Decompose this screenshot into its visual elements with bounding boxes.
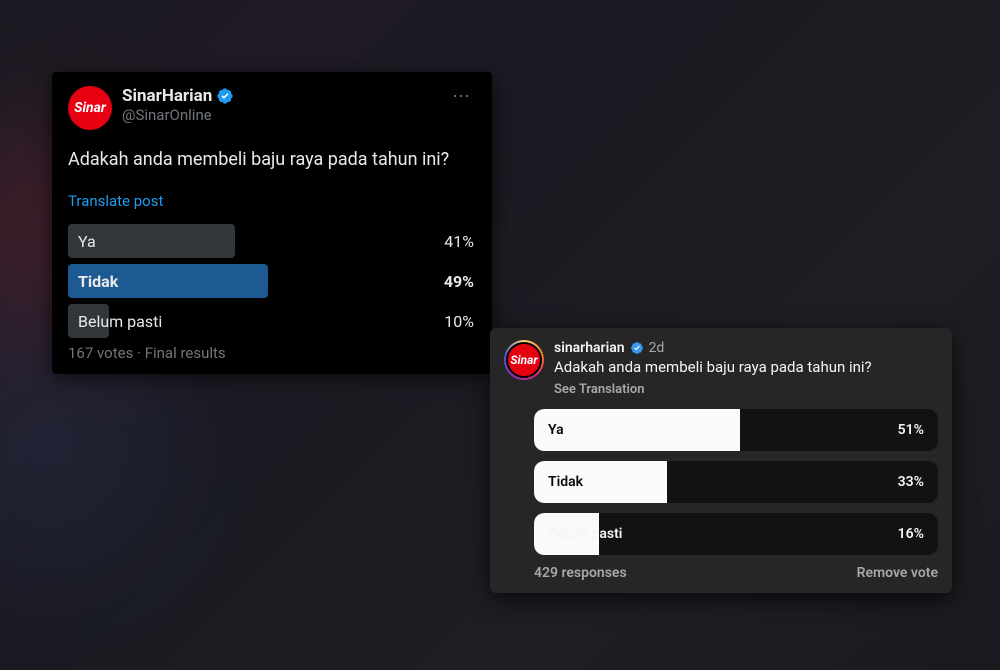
- ig-poll-pct: 33%: [898, 474, 938, 490]
- ig-response-count: 429 responses: [534, 565, 627, 581]
- see-translation-link[interactable]: See Translation: [554, 382, 938, 397]
- translate-post-link[interactable]: Translate post: [68, 192, 476, 210]
- x-poll-label: Tidak: [68, 272, 118, 291]
- ig-poll-label: Belum pasti: [534, 526, 622, 542]
- x-poll-pct: 41%: [444, 232, 476, 251]
- ig-poll-bar: [534, 409, 740, 451]
- x-poll-status: Final results: [145, 344, 226, 362]
- x-poll-label: Belum pasti: [68, 312, 162, 331]
- ig-poll-pct: 51%: [898, 422, 938, 438]
- verified-badge-icon: [216, 87, 234, 105]
- x-poll-pct: 49%: [444, 272, 476, 291]
- x-handle[interactable]: @SinarOnline: [122, 106, 448, 124]
- x-header: Sinar SinarHarian @SinarOnline ⋯: [68, 86, 476, 130]
- x-avatar[interactable]: Sinar: [68, 86, 112, 130]
- x-identity: SinarHarian @SinarOnline: [122, 86, 448, 124]
- ig-username[interactable]: sinarharian: [554, 340, 625, 356]
- x-poll-label: Ya: [68, 232, 96, 251]
- x-poll-option[interactable]: Belum pasti 10%: [68, 304, 476, 338]
- x-post-text: Adakah anda membeli baju raya pada tahun…: [68, 148, 476, 172]
- x-display-name[interactable]: SinarHarian: [122, 86, 212, 106]
- x-poll-option[interactable]: Ya 41%: [68, 224, 476, 258]
- verified-badge-icon: [630, 341, 644, 355]
- ig-avatar: Sinar: [506, 342, 542, 378]
- ig-poll-pct: 16%: [898, 526, 938, 542]
- x-poll-meta: 167 votes · Final results: [68, 344, 476, 362]
- ig-post-text: Adakah anda membeli baju raya pada tahun…: [554, 358, 938, 376]
- x-vote-count: 167 votes: [68, 344, 133, 362]
- ig-poll: Ya 51% Tidak 33% Belum pasti 16%: [504, 409, 938, 555]
- x-poll-pct: 10%: [444, 312, 476, 331]
- ig-poll-option[interactable]: Belum pasti 16%: [534, 513, 938, 555]
- more-options-button[interactable]: ⋯: [448, 86, 476, 107]
- remove-vote-button[interactable]: Remove vote: [857, 565, 938, 581]
- ig-poll-label: Ya: [534, 422, 564, 438]
- ig-story-ring-icon[interactable]: Sinar: [504, 340, 544, 380]
- x-poll: Ya 41% Tidak 49% Belum pasti 10%: [68, 224, 476, 338]
- ig-post-card: Sinar sinarharian 2d Adakah anda membeli…: [490, 328, 952, 593]
- x-post-card: Sinar SinarHarian @SinarOnline ⋯ Adakah …: [52, 72, 492, 374]
- x-poll-option[interactable]: Tidak 49%: [68, 264, 476, 298]
- ig-poll-option[interactable]: Tidak 33%: [534, 461, 938, 503]
- ig-timestamp: 2d: [649, 340, 665, 356]
- ig-poll-option[interactable]: Ya 51%: [534, 409, 938, 451]
- ig-header: Sinar sinarharian 2d Adakah anda membeli…: [504, 340, 938, 397]
- ig-poll-label: Tidak: [534, 474, 583, 490]
